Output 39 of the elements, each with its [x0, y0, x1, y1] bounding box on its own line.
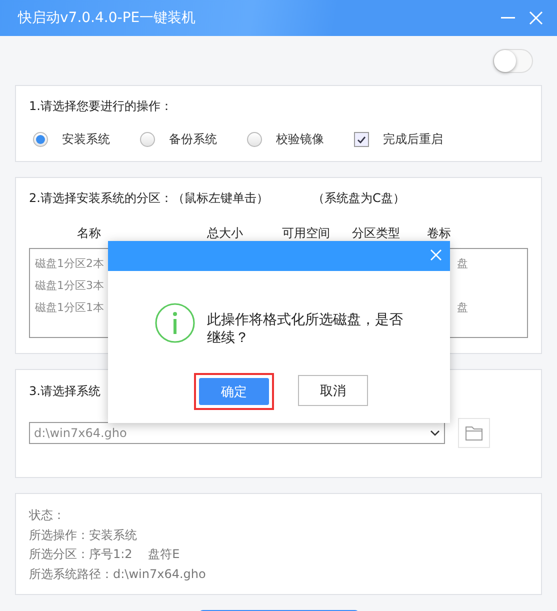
volume-label: 盘 [457, 256, 468, 270]
radio-label: 备份系统 [169, 131, 217, 148]
section-title: 2.请选择安装系统的分区：（鼠标左键单击） [29, 190, 268, 207]
partition-name[interactable]: 磁盘1分区1本 [35, 300, 104, 314]
checkbox[interactable] [354, 132, 369, 147]
radio-button[interactable] [140, 132, 155, 147]
confirm-button[interactable]: 确定 [199, 378, 269, 405]
status-line: 所选系统路径：d:\win7x64.gho [29, 566, 207, 582]
dialog-message: 此操作将格式化所选磁盘，是否继续？ [207, 311, 404, 347]
column-header: 总大小 [207, 225, 244, 242]
close-icon [430, 248, 442, 260]
system-disk-note: （系统盘为C盘） [312, 190, 405, 207]
info-icon [155, 303, 195, 343]
status-line: 所选操作：安装系统 [29, 526, 138, 544]
section-title: 1.请选择您要进行的操作： [29, 98, 172, 115]
radio-button[interactable] [33, 132, 48, 147]
section-title: 3.请选择系统 [29, 383, 100, 400]
partition-name[interactable]: 磁盘1分区3本 [35, 278, 104, 292]
toggle-switch[interactable] [493, 48, 533, 72]
partition-name[interactable]: 磁盘1分区2本 [35, 256, 104, 270]
column-header: 可用空间 [282, 225, 331, 242]
cancel-button[interactable]: 取消 [298, 375, 368, 406]
window-title: 快启动v7.0.4.0-PE一键装机 [18, 9, 197, 27]
status-line: 所选分区：序号1:2 盘符E [29, 546, 181, 563]
column-header: 名称 [77, 225, 102, 242]
status-line: 状态： [29, 507, 66, 524]
folder-icon [465, 425, 483, 441]
close-icon [528, 10, 544, 26]
column-header: 卷标 [427, 225, 452, 242]
radio-label: 校验镜像 [276, 131, 324, 148]
radio-label: 安装系统 [62, 131, 110, 148]
browse-button[interactable] [458, 418, 490, 448]
volume-label: 盘 [457, 300, 468, 314]
check-icon [357, 136, 366, 144]
column-header: 分区类型 [352, 225, 401, 242]
checkbox-label: 完成后重启 [383, 131, 443, 148]
radio-button[interactable] [247, 132, 262, 147]
chevron-down-icon [430, 430, 440, 436]
minimize-icon [501, 17, 515, 19]
